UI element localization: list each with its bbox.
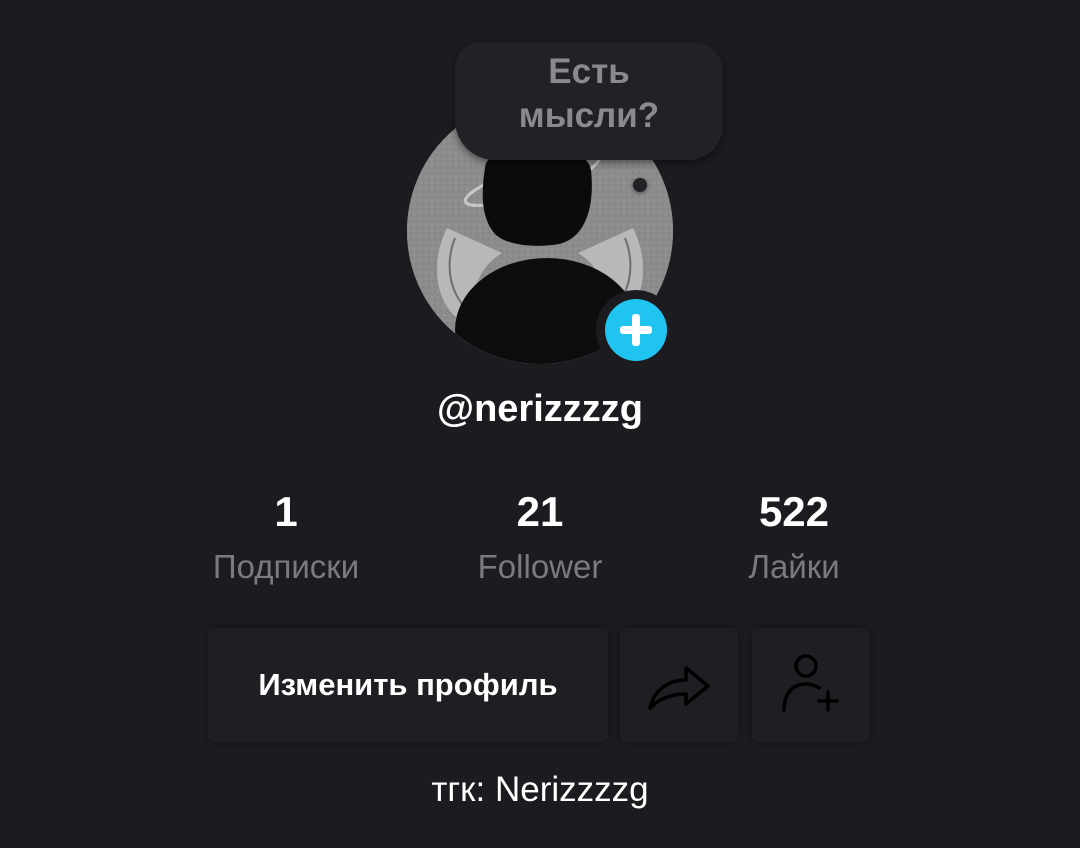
add-story-button[interactable]	[596, 290, 676, 370]
likes-count: 522	[758, 488, 830, 535]
following-count: 1	[274, 488, 298, 535]
share-arrow-icon	[648, 666, 710, 710]
following-label: Подписки	[212, 548, 360, 585]
profile-page: Есть мысли? @nerizzzzg 1 Подписки 21 Fol…	[0, 0, 1080, 848]
username: @nerizzzzg	[437, 388, 643, 430]
plus-icon	[605, 299, 667, 361]
note-bubble[interactable]: Есть мысли?	[455, 42, 723, 160]
likes-label: Лайки	[748, 548, 840, 585]
note-prompt-text: Есть мысли?	[518, 52, 660, 135]
add-user-icon	[782, 654, 839, 712]
stat-following[interactable]: 1 Подписки	[156, 488, 416, 586]
edit-profile-label: Изменить профиль	[258, 667, 558, 702]
profile-bio: тгк: Nerizzzzg	[431, 770, 649, 809]
edit-profile-button[interactable]: Изменить профиль	[208, 628, 608, 742]
stat-likes[interactable]: 522 Лайки	[664, 488, 924, 586]
add-friend-button[interactable]	[752, 628, 870, 742]
share-profile-button[interactable]	[620, 628, 738, 742]
followers-label: Follower	[477, 548, 603, 585]
note-bubble-tail	[633, 178, 647, 192]
followers-count: 21	[516, 488, 564, 535]
stat-followers[interactable]: 21 Follower	[410, 488, 670, 586]
